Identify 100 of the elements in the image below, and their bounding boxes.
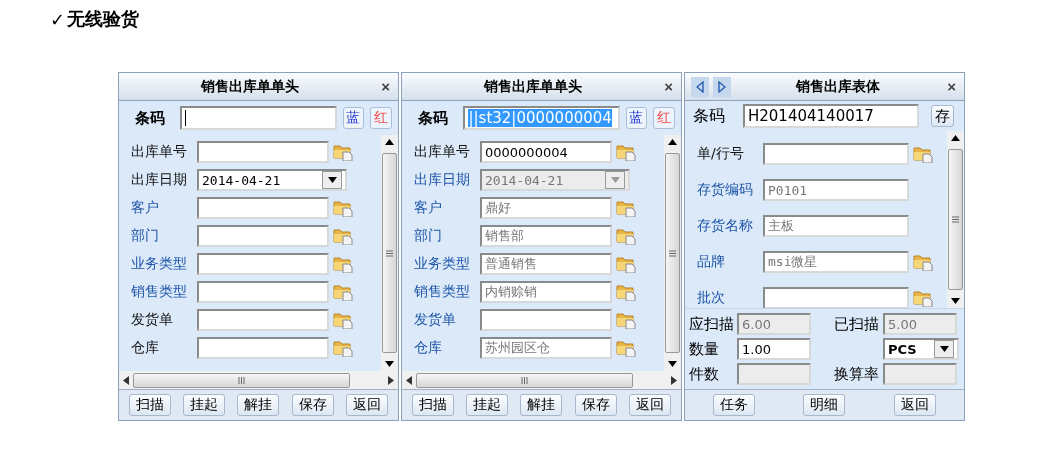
field-label: 业务类型 (414, 255, 471, 273)
folder-icon[interactable] (333, 311, 353, 329)
action-button[interactable]: 扫描 (129, 394, 172, 416)
field-label: 客户 (414, 199, 443, 217)
folder-icon[interactable] (616, 199, 636, 217)
field-label: 出库单号 (414, 143, 471, 161)
scroll-left-icon (406, 375, 412, 385)
horizontal-scrollbar[interactable] (119, 371, 398, 389)
action-button[interactable]: 返回 (345, 394, 388, 416)
folder-icon[interactable] (333, 283, 353, 301)
action-button[interactable]: 返回 (893, 394, 936, 416)
action-button[interactable]: 任务 (713, 394, 756, 416)
action-button[interactable]: 解挂 (237, 394, 280, 416)
folder-icon[interactable] (616, 283, 636, 301)
text-field[interactable]: 普通销售 (480, 253, 612, 275)
text-field[interactable] (197, 141, 329, 163)
grip-icon (386, 249, 393, 257)
text-field[interactable]: 苏州园区仓 (480, 337, 612, 359)
vertical-scrollbar[interactable] (381, 135, 398, 371)
close-button[interactable]: × (662, 78, 675, 95)
action-button[interactable]: 保存 (574, 394, 617, 416)
text-field[interactable]: msi微星 (763, 251, 909, 273)
scroll-down-icon (951, 298, 960, 304)
folder-icon[interactable] (616, 143, 636, 161)
folder-icon[interactable] (616, 339, 636, 357)
text-field[interactable]: 鼎好 (480, 197, 612, 219)
text-field[interactable]: 0000000004 (480, 141, 612, 163)
number-field[interactable] (883, 363, 957, 385)
field-label: 业务类型 (131, 255, 188, 273)
action-button[interactable]: 扫描 (412, 394, 455, 416)
number-field[interactable]: 1.00 (737, 338, 811, 360)
summary-label: 数量 (689, 339, 720, 359)
text-field[interactable] (197, 197, 329, 219)
field-label: 出库日期 (131, 171, 188, 189)
vertical-scrollbar[interactable] (947, 131, 964, 308)
action-button[interactable]: 挂起 (466, 394, 509, 416)
barcode-label: 条码 (418, 108, 449, 128)
barcode-label: 条码 (135, 108, 166, 128)
action-button[interactable]: 返回 (628, 394, 671, 416)
summary-label: 已扫描 (833, 314, 879, 334)
summary-label: 换算率 (833, 364, 879, 384)
text-field[interactable]: 内销赊销 (480, 281, 612, 303)
field-label: 出库日期 (414, 171, 471, 189)
barcode-field[interactable] (180, 106, 337, 130)
color-toggle[interactable]: 蓝 (625, 107, 648, 129)
previous-button[interactable] (691, 76, 709, 97)
field-label: 单/行号 (697, 145, 745, 163)
action-button[interactable]: 解挂 (520, 394, 563, 416)
color-toggle[interactable]: 蓝 (342, 107, 365, 129)
text-field[interactable] (480, 309, 612, 331)
text-field[interactable] (197, 309, 329, 331)
field-label: 仓库 (414, 339, 443, 357)
action-button[interactable]: 保存 (291, 394, 334, 416)
folder-icon[interactable] (616, 227, 636, 245)
unit-dropdown[interactable]: PCS (883, 338, 959, 360)
field-label: 销售类型 (131, 283, 188, 301)
text-field[interactable] (197, 281, 329, 303)
action-button[interactable]: 挂起 (183, 394, 226, 416)
scroll-up-icon (385, 139, 394, 145)
folder-icon[interactable] (333, 255, 353, 273)
dropdown-arrow-icon (610, 177, 620, 183)
text-field[interactable]: 销售部 (480, 225, 612, 247)
text-field[interactable] (197, 253, 329, 275)
text-field[interactable] (763, 287, 909, 308)
number-field[interactable] (737, 363, 811, 385)
scroll-up-icon (668, 139, 677, 145)
field-label: 存货编码 (697, 181, 754, 199)
folder-icon[interactable] (913, 145, 933, 163)
panel-title: 销售出库单单头 (482, 77, 584, 96)
folder-icon[interactable] (333, 143, 353, 161)
dropdown-arrow-icon (327, 177, 337, 183)
grip-icon (952, 216, 959, 223)
next-button[interactable] (713, 76, 731, 97)
folder-icon[interactable] (616, 255, 636, 273)
folder-icon[interactable] (333, 199, 353, 217)
panel-title: 销售出库单单头 (199, 77, 301, 96)
field-label: 发货单 (131, 311, 174, 329)
folder-icon[interactable] (333, 227, 353, 245)
folder-icon[interactable] (913, 253, 933, 271)
date-dropdown[interactable]: 2014-04-21 (197, 169, 347, 191)
date-dropdown[interactable]: 2014-04-21 (480, 169, 630, 191)
field-label: 批次 (697, 289, 726, 307)
barcode-field[interactable]: H201404140017 (743, 104, 919, 128)
action-button[interactable]: 明细 (803, 394, 846, 416)
save-button[interactable]: 存 (931, 105, 954, 127)
horizontal-scrollbar[interactable] (402, 371, 681, 389)
text-field[interactable]: 主板 (763, 215, 909, 237)
text-field[interactable] (197, 337, 329, 359)
folder-icon[interactable] (616, 311, 636, 329)
close-button[interactable]: × (945, 78, 958, 95)
folder-icon[interactable] (913, 289, 933, 307)
text-field[interactable] (197, 225, 329, 247)
folder-icon[interactable] (333, 339, 353, 357)
vertical-scrollbar[interactable] (664, 135, 681, 371)
field-label: 存货名称 (697, 217, 754, 235)
close-button[interactable]: × (379, 78, 392, 95)
panel-title: 销售出库表体 (794, 77, 882, 96)
scroll-right-icon (671, 375, 677, 385)
text-field[interactable]: P0101 (763, 179, 909, 201)
text-field[interactable] (763, 143, 909, 165)
